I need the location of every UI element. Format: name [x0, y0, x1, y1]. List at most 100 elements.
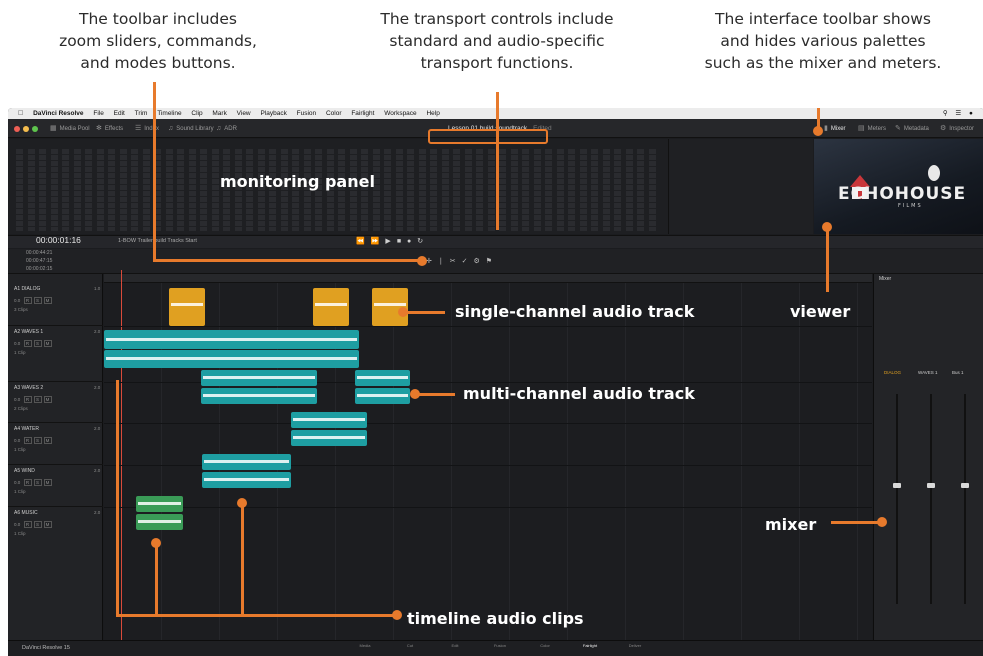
wind-clip[interactable]: [202, 454, 291, 470]
mixer-fader[interactable]: [961, 483, 969, 488]
meter-column: [648, 149, 656, 231]
water-clip[interactable]: [291, 412, 367, 428]
media-pool-button[interactable]: ▦ Media Pool: [50, 119, 90, 139]
meter-column: [16, 149, 23, 231]
leader-transport: [496, 92, 499, 230]
track-channels: 2.0: [94, 468, 101, 473]
leader-clips-dot: [392, 610, 402, 620]
menu-file[interactable]: File: [93, 110, 103, 117]
mixer-toggle-button[interactable]: ▮ Mixer: [824, 119, 846, 139]
timeline-ruler[interactable]: [104, 274, 872, 283]
track-header-a5[interactable]: A5 WIND 2.0 0.0 RSM 1 Clip: [8, 465, 103, 507]
track-header-a6[interactable]: A6 MUSIC 2.0 0.0 RSM 1 Clip: [8, 507, 103, 649]
music-clip[interactable]: [136, 496, 183, 512]
menu-clip[interactable]: Clip: [191, 110, 202, 117]
inspector-toggle-button[interactable]: ⚙ Inspector: [940, 119, 974, 139]
mixer-fader[interactable]: [893, 483, 901, 488]
track-clip-count: 1 Clip: [14, 489, 26, 494]
mixer-fader[interactable]: [927, 483, 935, 488]
page-button-edit[interactable]: Edit: [440, 643, 470, 648]
sound-library-button[interactable]: ♫ Sound Library: [168, 119, 214, 139]
menu-trim[interactable]: Trim: [135, 110, 148, 117]
transport-controls[interactable]: ⏪⏩▶■●↻: [356, 237, 429, 245]
track-header-a3[interactable]: A3 WAVES 2 2.0 0.0 RSM 2 Clips: [8, 382, 103, 423]
minimize-window-icon[interactable]: [23, 126, 29, 132]
track-name[interactable]: A1 DIALOG: [14, 286, 40, 292]
page-button-fairlight[interactable]: Fairlight: [575, 643, 605, 648]
timecode-1: 00:00:44:21: [26, 250, 53, 256]
track-header-a4[interactable]: A4 WATER 2.0 0.0 RSM 1 Clip: [8, 423, 103, 465]
leader-viewer: [826, 228, 829, 292]
meter-column: [62, 149, 69, 231]
menu-fairlight[interactable]: Fairlight: [351, 110, 374, 117]
page-button-color[interactable]: Color: [530, 643, 560, 648]
menu-timeline[interactable]: Timeline: [157, 110, 181, 117]
leader-mixer-dot: [877, 517, 887, 527]
track-name[interactable]: A5 WIND: [14, 468, 35, 474]
menu-mark[interactable]: Mark: [212, 110, 226, 117]
waves2-clip[interactable]: [355, 388, 410, 404]
meter-column: [625, 149, 633, 231]
track-name[interactable]: A2 WAVES 1: [14, 329, 43, 335]
track-controls[interactable]: 0.0 RSM: [14, 340, 52, 347]
effects-button[interactable]: ✻ Effects: [96, 119, 123, 139]
dialog-clip[interactable]: [313, 288, 349, 326]
track-name[interactable]: A3 WAVES 2: [14, 385, 43, 391]
menu-playback[interactable]: Playback: [260, 110, 286, 117]
zoom-window-icon[interactable]: [32, 126, 38, 132]
meter-column: [430, 149, 437, 231]
meter-column: [131, 149, 138, 231]
waves1-clip[interactable]: [104, 350, 359, 368]
wind-clip[interactable]: [202, 472, 291, 488]
page-button-deliver[interactable]: Deliver: [620, 643, 650, 648]
track-name[interactable]: A6 MUSIC: [14, 510, 38, 516]
track-header-a1[interactable]: A1 DIALOG 1.0 0.0 RSM 3 Clips: [8, 283, 103, 326]
meter-column: [476, 149, 483, 231]
menu-view[interactable]: View: [237, 110, 251, 117]
leader-clips-dot-2: [151, 538, 161, 548]
track-controls[interactable]: 0.0 RSM: [14, 521, 52, 528]
waves2-clip[interactable]: [201, 388, 317, 404]
meters-toggle-button[interactable]: ▤ Meters: [858, 119, 886, 139]
menu-fusion[interactable]: Fusion: [297, 110, 317, 117]
adr-button[interactable]: ♫ ADR: [216, 119, 237, 139]
label-multi-channel: multi-channel audio track: [463, 384, 695, 403]
meter-column: [637, 149, 644, 231]
page-button-media[interactable]: Media: [350, 643, 380, 648]
close-window-icon[interactable]: [14, 126, 20, 132]
menu-help[interactable]: Help: [426, 110, 439, 117]
track-controls[interactable]: 0.0 RSM: [14, 297, 52, 304]
leader-single-channel-dot: [398, 307, 408, 317]
meter-column: [407, 149, 414, 231]
page-button-cut[interactable]: Cut: [395, 643, 425, 648]
menu-workspace[interactable]: Workspace: [384, 110, 416, 117]
waves2-clip[interactable]: [355, 370, 410, 386]
music-clip[interactable]: [136, 514, 183, 530]
lane-separator: [104, 507, 872, 508]
apple-icon[interactable]: : [18, 110, 23, 117]
timeline-selector[interactable]: 1-BOW Trailer build Tracks Start: [118, 238, 197, 244]
meter-column: [545, 149, 552, 231]
water-clip[interactable]: [291, 430, 367, 446]
edit-tools[interactable]: ✛❘✂✓⚙⚑: [426, 257, 498, 265]
waves1-clip[interactable]: [104, 330, 359, 349]
meter-column: [96, 149, 104, 231]
clip-waveform: [203, 394, 315, 398]
leader-clips-horizontal: [116, 614, 396, 617]
leader-clips-vertical-1: [116, 380, 119, 616]
menu-edit[interactable]: Edit: [114, 110, 125, 117]
menu-color[interactable]: Color: [326, 110, 342, 117]
meter-column: [39, 149, 46, 231]
app-menu[interactable]: DaVinci Resolve: [33, 110, 83, 117]
track-controls[interactable]: 0.0 RSM: [14, 479, 52, 486]
track-controls[interactable]: 0.0 RSM: [14, 396, 52, 403]
track-header-a2[interactable]: A2 WAVES 1 2.0 0.0 RSM 1 Clip: [8, 326, 103, 382]
track-name[interactable]: A4 WATER: [14, 426, 39, 432]
track-controls[interactable]: 0.0 RSM: [14, 437, 52, 444]
waves2-clip[interactable]: [201, 370, 317, 386]
metadata-toggle-button[interactable]: ✎ Metadata: [895, 119, 929, 139]
page-button-fusion[interactable]: Fusion: [485, 643, 515, 648]
leader-mixer: [831, 521, 879, 524]
clip-waveform: [293, 436, 365, 440]
dialog-clip[interactable]: [169, 288, 205, 326]
